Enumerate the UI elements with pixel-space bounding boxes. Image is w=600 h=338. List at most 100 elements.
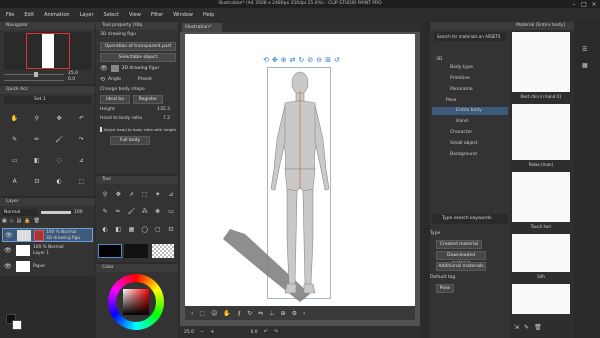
pen-icon[interactable]: ✎ [6, 131, 23, 147]
operation-tool-icon[interactable]: ➚ [126, 187, 136, 202]
eyedropper-tool-icon[interactable]: ⊿ [166, 187, 176, 202]
edit-icon[interactable]: ✎ [524, 322, 529, 332]
ruler-icon[interactable]: ⊡ [28, 174, 45, 190]
keyword-search-input[interactable]: Type search keywords [432, 214, 508, 224]
menu-help[interactable]: Help [203, 12, 214, 18]
rotate-right-icon[interactable]: ↷ [274, 329, 278, 335]
zoom-slider-handle[interactable] [34, 72, 38, 77]
menu-edit[interactable]: Edit [24, 12, 34, 18]
new-layer-icon[interactable]: ▣ [2, 217, 7, 225]
folder-icon[interactable]: ▤ [17, 217, 22, 225]
zoom-icon[interactable]: ⚲ [28, 110, 45, 126]
3d-drawing-figure[interactable] [265, 69, 335, 301]
full-body-select[interactable]: Full body [110, 136, 150, 145]
asset-search-input[interactable]: Search for materials on ASSETS [434, 32, 506, 41]
next-icon[interactable]: › [303, 310, 305, 317]
brush-tool-icon[interactable]: 🖌 [126, 205, 136, 220]
sub-color-swatch[interactable] [12, 320, 22, 330]
select-tool-icon[interactable]: ⬚ [140, 187, 150, 202]
menu-layer[interactable]: Layer [80, 12, 94, 18]
lock-joint-icon[interactable]: ⚷ [237, 310, 241, 317]
eye-icon[interactable]: 👁 [4, 263, 12, 270]
new-vector-icon[interactable]: ◇ [10, 217, 14, 225]
tree-item-body-type[interactable]: Body type [432, 64, 508, 72]
tree-item-background[interactable]: Background [432, 151, 508, 159]
object-rotate-icon[interactable]: ↻ [299, 56, 305, 64]
hand-icon[interactable]: ✋ [6, 110, 23, 126]
material-thumbnail[interactable] [512, 172, 570, 222]
camera-zoom-icon[interactable]: ⊕ [281, 56, 287, 64]
grid-view-icon[interactable]: ▦ [582, 62, 588, 69]
delete-icon[interactable]: 🗑 [534, 322, 542, 332]
object-move-icon[interactable]: ⇄ [290, 56, 296, 64]
prev-icon[interactable]: ‹ [191, 310, 193, 317]
register-material-icon[interactable]: ⊕ [281, 310, 286, 317]
brush-icon[interactable]: 🖌 [51, 131, 68, 147]
zoom-out-icon[interactable]: − [200, 329, 204, 335]
figure-tool-icon[interactable]: ◯ [140, 222, 150, 237]
eraser-icon[interactable]: ▭ [6, 153, 23, 169]
tree-item-pose[interactable]: Pose [432, 97, 508, 105]
redo-icon[interactable]: ↷ [73, 131, 90, 147]
pen-tool-icon[interactable]: ✎ [100, 205, 110, 220]
pose-icon[interactable]: ✋ [223, 310, 230, 317]
register-button[interactable]: Register [133, 95, 163, 104]
frame-tool-icon[interactable]: ▢ [153, 222, 163, 237]
sub-color-chip[interactable] [124, 244, 148, 258]
blend-tool-icon[interactable]: ◐ [100, 222, 110, 237]
rotate-icon[interactable]: ↻ [247, 310, 252, 317]
settings-icon[interactable]: ⚙ [292, 310, 297, 317]
object-rotate-x-icon[interactable]: ⊘ [307, 56, 313, 64]
transparent-color-chip[interactable] [152, 244, 174, 258]
fill-tool-icon[interactable]: ◧ [113, 222, 123, 237]
tree-item-small-object[interactable]: Small object [432, 140, 508, 148]
menu-select[interactable]: Select [104, 12, 119, 18]
menu-window[interactable]: Window [173, 12, 193, 18]
material-thumbnail[interactable] [512, 32, 570, 92]
main-color-chip[interactable] [98, 244, 122, 258]
canvas-tab[interactable]: Illustration* [182, 23, 222, 32]
reset-icon[interactable]: ↺ [334, 56, 340, 64]
blend-mode-select[interactable]: Normal [2, 208, 38, 216]
close-icon[interactable]: × [590, 0, 598, 8]
camera-rotate-icon[interactable]: ⟲ [263, 56, 269, 64]
tree-item-panorama[interactable]: Panorama [432, 86, 508, 94]
material-thumbnail[interactable] [512, 104, 570, 160]
operation-transparent-button[interactable]: Operation of transparent part [100, 42, 176, 51]
gradient-tool-icon[interactable]: ▦ [126, 222, 136, 237]
ruler-tool-icon[interactable]: ⊡ [166, 222, 176, 237]
menu-view[interactable]: View [129, 12, 141, 18]
list-view-icon[interactable]: ☰ [582, 46, 587, 53]
figure-icon[interactable]: ☺ [211, 310, 217, 317]
tree-item-primitive[interactable]: Primitive [432, 75, 508, 83]
adjust-ratio-checkbox[interactable] [100, 126, 102, 132]
eyedropper-icon[interactable]: ⊿ [73, 153, 90, 169]
rotate-left-icon[interactable]: ↶ [264, 329, 268, 335]
blend-icon[interactable]: ◐ [51, 174, 68, 190]
layer-row[interactable]: 👁 100 % Normal Layer 1 [2, 244, 93, 258]
layer-row[interactable]: 👁 100 % Normal 3D drawing figu [2, 228, 93, 242]
maximize-icon[interactable]: □ [580, 0, 588, 8]
menu-animation[interactable]: Animation [44, 12, 70, 18]
eye-icon[interactable]: 👁 [4, 247, 12, 254]
zoom-tool-icon[interactable]: ⚲ [100, 187, 110, 202]
eraser-tool-icon[interactable]: ▭ [166, 205, 176, 220]
move-tool-icon[interactable]: ✥ [113, 187, 123, 202]
move-icon[interactable]: ✥ [51, 110, 68, 126]
angle-slider[interactable] [4, 80, 64, 81]
airbrush-tool-icon[interactable]: ⁂ [140, 205, 150, 220]
menu-filter[interactable]: Filter [151, 12, 163, 18]
status-zoom[interactable]: 25.0 [184, 330, 194, 335]
pencil-icon[interactable]: ✏ [28, 131, 45, 147]
height-value[interactable]: 135.3 [157, 106, 170, 114]
fill-icon[interactable]: ◧ [28, 153, 45, 169]
layer-row[interactable]: 👁 Paper [2, 260, 93, 274]
lasso-icon[interactable]: ◌ [51, 153, 68, 169]
material-thumbnail[interactable] [512, 284, 570, 314]
material-thumbnail[interactable] [512, 234, 570, 272]
paste-icon[interactable]: ⇲ [514, 322, 519, 332]
decoration-tool-icon[interactable]: ❀ [153, 205, 163, 220]
tree-item-character[interactable]: Character [432, 129, 508, 137]
pose-tag-button[interactable]: Pose [436, 284, 454, 293]
menu-file[interactable]: File [6, 12, 14, 18]
